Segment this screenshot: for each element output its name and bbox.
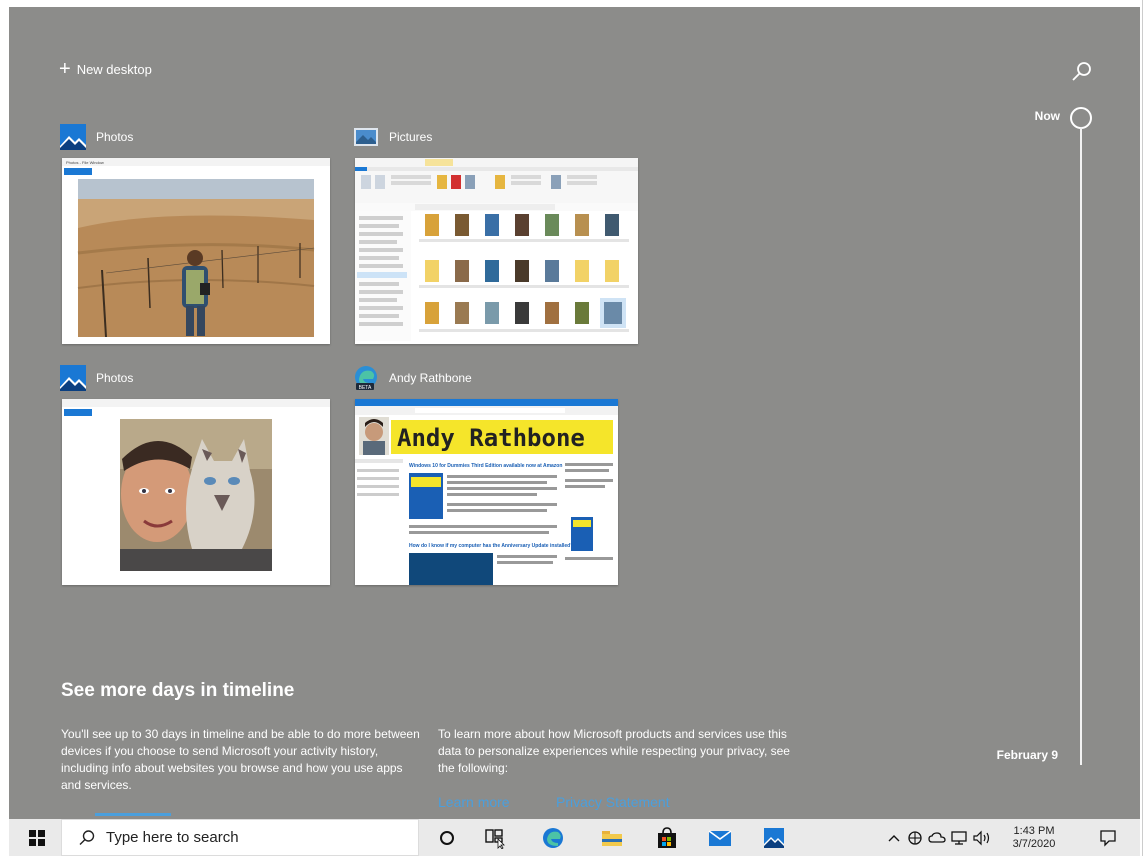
edge-icon bbox=[543, 827, 563, 848]
tray-app-icon[interactable] bbox=[904, 819, 926, 856]
taskbar: Type here to search 1:43 PM 3/7/2020 bbox=[9, 819, 1140, 856]
plus-icon: + bbox=[59, 58, 71, 80]
activity-thumbnail: Photos - File Window bbox=[62, 158, 330, 344]
cloud-icon bbox=[928, 831, 946, 843]
privacy-description: To learn more about how Microsoft produc… bbox=[438, 727, 790, 775]
windows-logo-icon bbox=[29, 829, 45, 846]
volume-button[interactable] bbox=[970, 819, 994, 856]
photos-icon bbox=[60, 124, 86, 150]
activity-app-name: Photos bbox=[96, 130, 134, 144]
activity-card-pictures[interactable]: Pictures bbox=[353, 124, 641, 346]
photos-icon bbox=[764, 827, 784, 848]
clock-date: 3/7/2020 bbox=[1012, 837, 1056, 850]
clock-time: 1:43 PM bbox=[1013, 824, 1055, 837]
edge-beta-icon: BETA bbox=[355, 366, 377, 391]
timeline-date-label: February 9 bbox=[996, 748, 1058, 762]
more-days-title: See more days in timeline bbox=[61, 680, 295, 701]
timeline-scrubber-handle[interactable] bbox=[1070, 107, 1092, 129]
file-explorer-window-thumbnail bbox=[355, 158, 638, 344]
activity-card-andy-rathbone[interactable]: BETA Andy Rathbone Andy Rathbone Windows… bbox=[353, 365, 621, 587]
clock-button[interactable]: 1:43 PM 3/7/2020 bbox=[1003, 819, 1065, 856]
site-banner-title: Andy Rathbone bbox=[397, 424, 585, 452]
learn-more-link[interactable]: Learn more bbox=[438, 794, 510, 810]
chevron-up-icon bbox=[888, 834, 900, 841]
activity-card-header: Photos bbox=[60, 365, 133, 391]
activity-thumbnail: Andy Rathbone Windows 10 for Dummies Thi… bbox=[355, 399, 618, 585]
search-icon bbox=[79, 829, 95, 845]
new-desktop-button[interactable]: + New desktop bbox=[59, 58, 152, 80]
edge-taskbar-button[interactable] bbox=[533, 819, 573, 856]
ethernet-icon bbox=[951, 830, 967, 845]
thumb-window-title: Photos - File Window bbox=[66, 160, 104, 165]
new-desktop-label: New desktop bbox=[76, 61, 152, 77]
photos-window-thumbnail: Photos - File Window bbox=[62, 158, 330, 344]
cortana-button[interactable] bbox=[427, 819, 467, 856]
activity-thumbnail bbox=[62, 399, 330, 585]
activity-card-photos-desert[interactable]: Photos Photos - File Window bbox=[60, 124, 332, 346]
activity-app-name: Photos bbox=[96, 371, 134, 385]
speaker-icon bbox=[973, 830, 990, 845]
activity-card-header: Pictures bbox=[353, 124, 432, 150]
start-button[interactable] bbox=[17, 819, 57, 856]
folder-icon bbox=[602, 830, 622, 846]
activity-card-header: BETA Andy Rathbone bbox=[353, 365, 472, 391]
notification-icon bbox=[1100, 829, 1116, 847]
cortana-circle-icon bbox=[440, 830, 454, 845]
file-explorer-icon bbox=[354, 128, 378, 146]
activity-app-name: Pictures bbox=[389, 130, 433, 144]
mail-taskbar-button[interactable] bbox=[700, 819, 740, 856]
article-heading: How do I know if my computer has the Ann… bbox=[409, 543, 573, 549]
article-heading: Windows 10 for Dummies Third Edition ava… bbox=[409, 463, 562, 469]
taskbar-search-box[interactable]: Type here to search bbox=[61, 819, 419, 856]
onedrive-button[interactable] bbox=[926, 819, 948, 856]
network-globe-icon bbox=[908, 830, 922, 845]
browser-window-thumbnail: Andy Rathbone Windows 10 for Dummies Thi… bbox=[355, 399, 618, 585]
focus-indicator bbox=[95, 813, 171, 816]
task-view-button[interactable] bbox=[475, 819, 515, 856]
more-days-description: You'll see up to 30 days in timeline and… bbox=[61, 727, 420, 792]
activity-card-photos-selfie[interactable]: Photos bbox=[60, 365, 332, 587]
action-center-button[interactable] bbox=[1091, 819, 1125, 856]
store-taskbar-button[interactable] bbox=[647, 819, 687, 856]
activity-card-header: Photos bbox=[60, 124, 133, 150]
photos-icon bbox=[60, 365, 86, 391]
activity-thumbnail bbox=[355, 158, 638, 344]
beta-badge: BETA bbox=[359, 385, 372, 391]
photos-taskbar-button[interactable] bbox=[754, 819, 794, 856]
file-explorer-taskbar-button[interactable] bbox=[592, 819, 632, 856]
task-view-icon bbox=[485, 828, 505, 849]
timeline-track[interactable] bbox=[1080, 127, 1082, 765]
search-placeholder: Type here to search bbox=[106, 829, 239, 846]
network-button[interactable] bbox=[948, 819, 970, 856]
mail-icon bbox=[708, 829, 732, 846]
show-hidden-icons-button[interactable] bbox=[884, 819, 904, 856]
photos-window-thumbnail bbox=[62, 399, 330, 585]
timeline-now-label: Now bbox=[1034, 109, 1060, 123]
store-bag-icon bbox=[658, 826, 676, 848]
privacy-statement-link[interactable]: Privacy Statement bbox=[556, 794, 670, 810]
activity-app-name: Andy Rathbone bbox=[389, 371, 472, 385]
timeline-search-icon[interactable] bbox=[1070, 60, 1094, 84]
